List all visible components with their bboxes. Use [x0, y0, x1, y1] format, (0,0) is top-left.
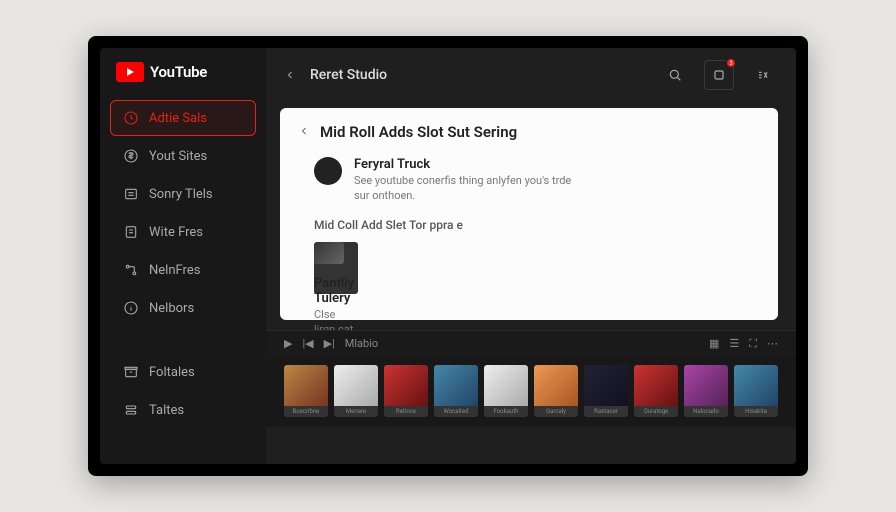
sidebar-item-label: Foltales [149, 365, 195, 380]
video-thumb[interactable]: Buscribne [284, 365, 328, 417]
sidebar-item-label: Adtie Sals [149, 111, 207, 126]
sidebar-item-1[interactable]: Yout Sites [110, 138, 256, 174]
panel-title: Mid Roll Adds Slot Sut Sering [320, 123, 517, 141]
player-time-label: Mlabio [345, 337, 378, 350]
player-bar: ▶ |◀ ▶| Mlabio ▦ ☰ ⛶ ⋯ [266, 330, 796, 357]
main-area: Reret Studio 3 Mid Roll A [266, 48, 796, 464]
sidebar-item-5[interactable]: Nelbors [110, 290, 256, 326]
sidebar-item-0[interactable]: Adtie Sals [110, 100, 256, 136]
sidebar-item-4[interactable]: NelnFres [110, 252, 256, 288]
flow-icon [123, 262, 139, 278]
archive-icon [123, 364, 139, 380]
info-card-2[interactable]: Pantlly Tulery Clse lirgn cat 7t ohsodic… [314, 242, 358, 294]
youtube-logo-icon [116, 62, 144, 82]
stack-icon [123, 402, 139, 418]
settings-button[interactable] [748, 60, 778, 90]
thumbnail-icon [314, 242, 344, 264]
search-button[interactable] [660, 60, 690, 90]
download-icon [314, 157, 342, 185]
video-thumb[interactable]: Wocalred [434, 365, 478, 417]
play-button[interactable]: ▶ [284, 337, 292, 350]
list-icon [123, 186, 139, 202]
video-thumb[interactable]: Ouratoge [634, 365, 678, 417]
monitor-frame: YouTube Adtie Sals Yout Sites Sonry Tlel… [88, 36, 808, 476]
next-button[interactable]: ▶| [324, 337, 335, 350]
prev-button[interactable]: |◀ [302, 337, 313, 350]
sidebar: YouTube Adtie Sals Yout Sites Sonry Tlel… [100, 48, 266, 464]
logo-row[interactable]: YouTube [100, 48, 266, 96]
card-body: Feryral Truck See youtube conerfis thing… [354, 157, 584, 204]
video-thumb[interactable]: Retince [384, 365, 428, 417]
sidebar-item-label: Sonry Tlels [149, 187, 213, 202]
topbar: Reret Studio 3 [266, 48, 796, 102]
sidebar-nav: Adtie Sals Yout Sites Sonry Tlels Wite F… [100, 96, 266, 432]
video-thumb[interactable]: Hisakita [734, 365, 778, 417]
grid-view-button[interactable]: ▦ [709, 337, 719, 351]
sidebar-item-label: Nelbors [149, 301, 194, 316]
card-title: Feryral Truck [354, 157, 584, 172]
fullscreen-button[interactable]: ⛶ [749, 337, 757, 351]
info-card-1[interactable]: Feryral Truck See youtube conerfis thing… [314, 157, 760, 204]
sidebar-item-7[interactable]: Taltes [110, 392, 256, 428]
app-screen: YouTube Adtie Sals Yout Sites Sonry Tlel… [100, 48, 796, 464]
list-view-button[interactable]: ☰ [729, 337, 739, 351]
sidebar-item-label: NelnFres [149, 263, 200, 278]
card-title: Pantlly Tulery [314, 276, 358, 306]
page-icon [123, 224, 139, 240]
clock-icon [123, 110, 139, 126]
info-icon [123, 300, 139, 316]
sidebar-item-label: Taltes [149, 403, 184, 418]
dollar-icon [123, 148, 139, 164]
video-thumb[interactable]: Rastacer [584, 365, 628, 417]
content-panel: Mid Roll Adds Slot Sut Sering Feryral Tr… [280, 108, 778, 320]
brand-name: YouTube [150, 63, 207, 81]
panel-back-button[interactable] [298, 122, 310, 141]
section-label: Mid Coll Add Slet Tor ppra e [314, 218, 760, 232]
sidebar-item-label: Wite Fres [149, 225, 203, 240]
video-thumb[interactable]: Garcaly [534, 365, 578, 417]
sidebar-item-6[interactable]: Foltales [110, 354, 256, 390]
video-thumb[interactable]: Menare [334, 365, 378, 417]
card-subtitle: See youtube conerfis thing anlyfen you's… [354, 174, 584, 204]
notification-badge: 3 [726, 58, 736, 68]
sidebar-item-3[interactable]: Wite Fres [110, 214, 256, 250]
notifications-button[interactable]: 3 [704, 60, 734, 90]
sidebar-item-label: Yout Sites [149, 149, 207, 164]
video-thumb[interactable]: Fookauth [484, 365, 528, 417]
back-button[interactable] [284, 66, 296, 85]
sidebar-item-2[interactable]: Sonry Tlels [110, 176, 256, 212]
panel-header: Mid Roll Adds Slot Sut Sering [298, 122, 760, 141]
breadcrumb: Reret Studio [310, 67, 387, 83]
thumbnail-strip: Buscribne Menare Retince Wocalred Fookau… [266, 357, 796, 427]
video-thumb[interactable]: Nalocado [684, 365, 728, 417]
more-button[interactable]: ⋯ [767, 337, 778, 351]
